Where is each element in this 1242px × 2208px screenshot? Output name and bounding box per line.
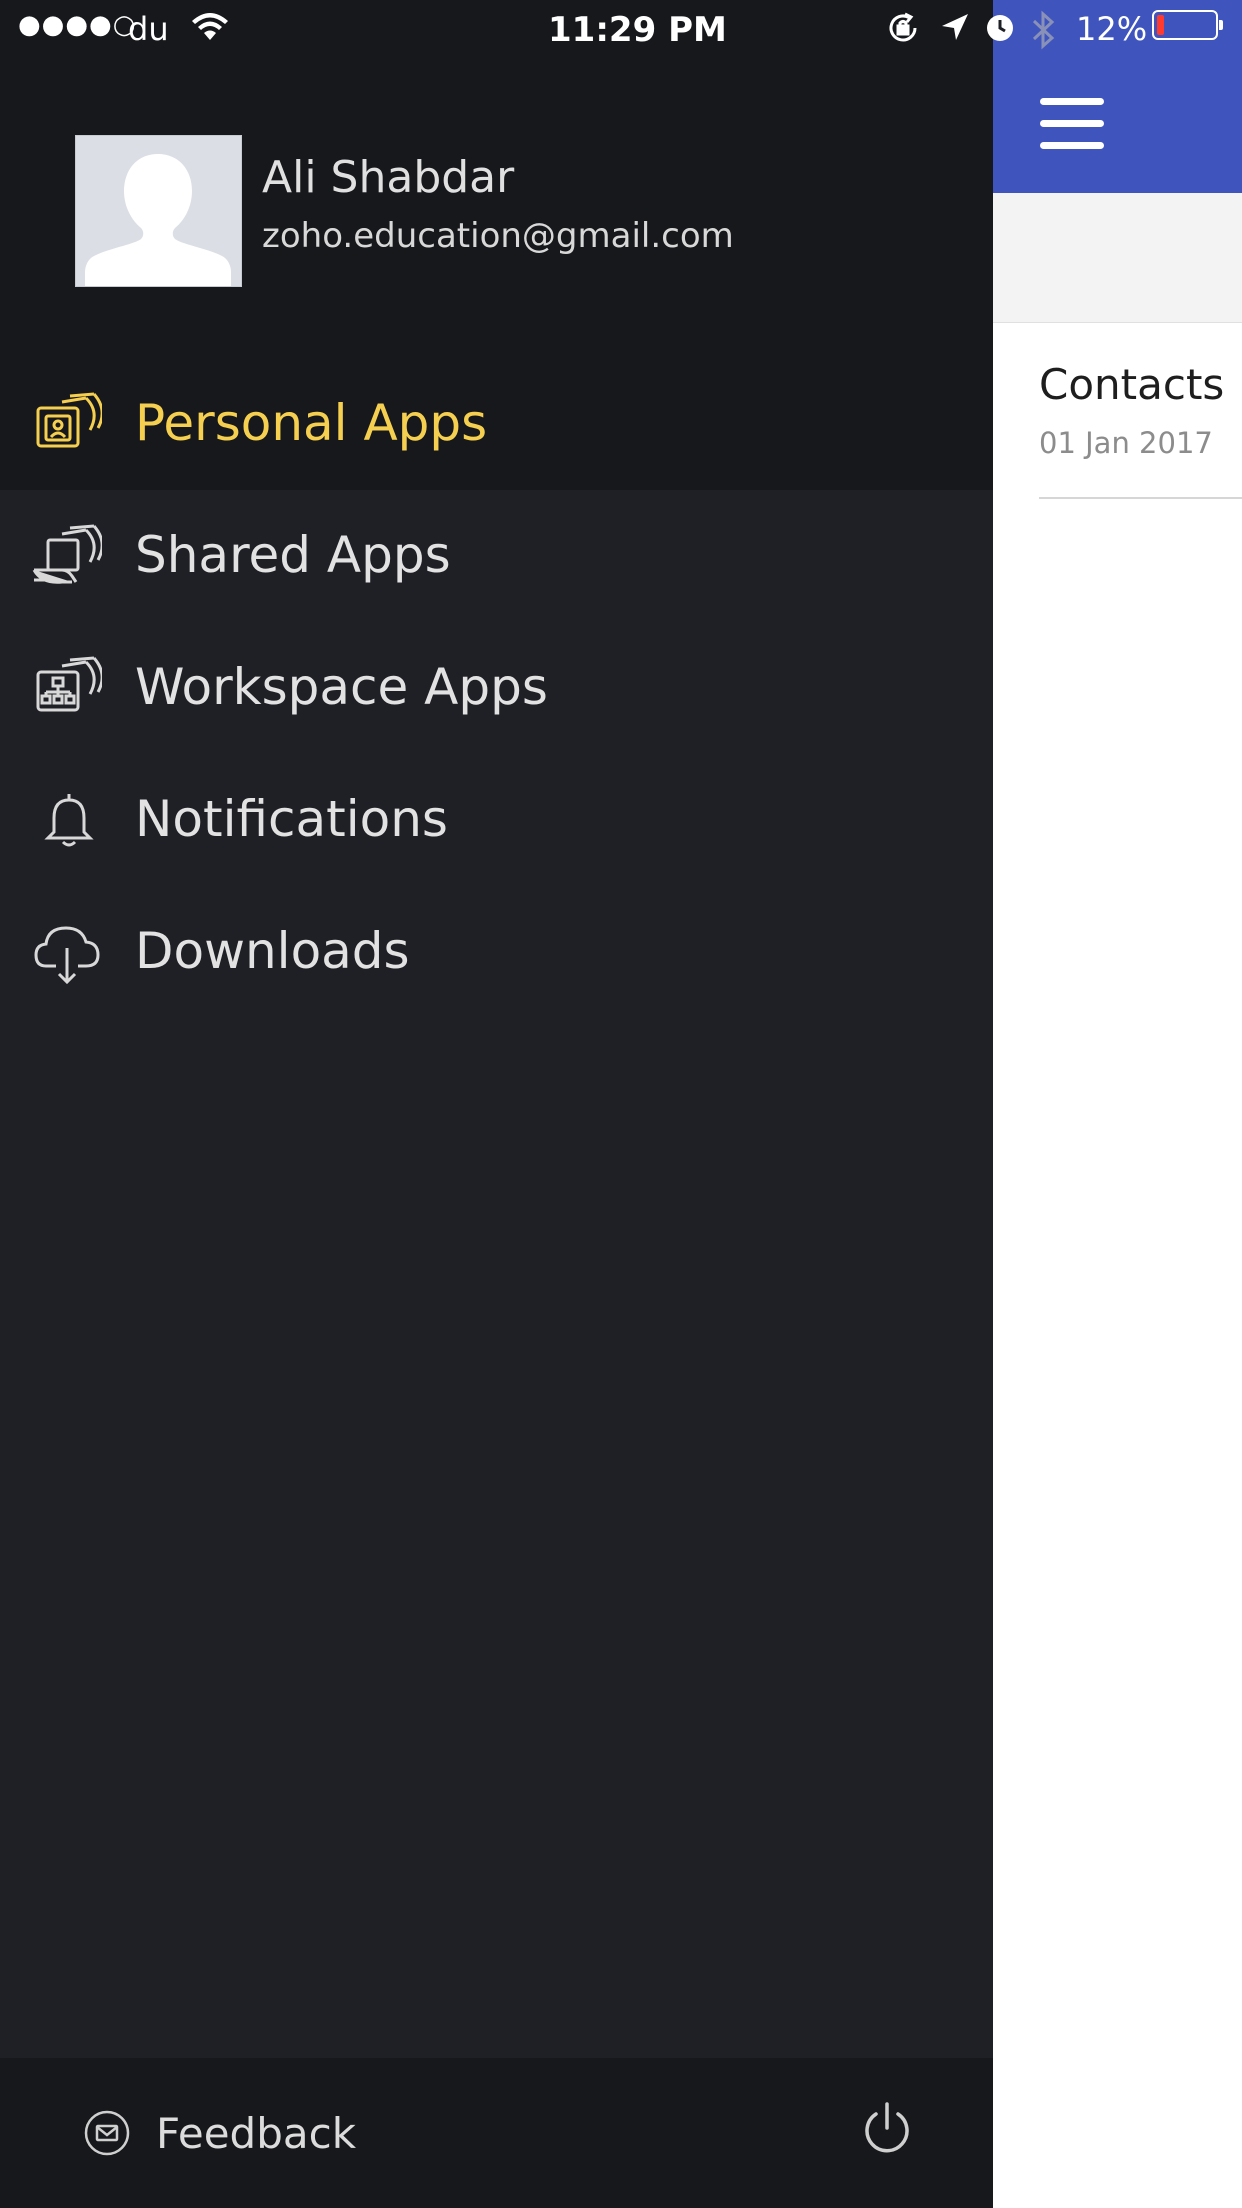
signal-strength-icon: ●●●●○ <box>18 10 137 40</box>
personal-apps-icon <box>32 392 104 458</box>
list-item-date: 01 Jan 2017 <box>1039 426 1213 460</box>
location-arrow-icon <box>938 10 972 52</box>
avatar[interactable] <box>75 135 242 287</box>
menu-item-label: Notifications <box>135 790 448 848</box>
workspace-apps-icon <box>32 656 104 722</box>
drawer-footer: Feedback <box>0 2058 993 2208</box>
menu-item-notifications[interactable]: Notifications <box>0 754 993 886</box>
status-time: 11:29 PM <box>548 10 727 50</box>
list-item-title: Contacts <box>1039 360 1225 409</box>
battery-percentage: 12% <box>1076 10 1148 48</box>
status-bar: ●●●●○ du 11:29 PM 12% <box>0 0 1242 60</box>
menu-item-downloads[interactable]: Downloads <box>0 886 993 1018</box>
battery-icon <box>1152 10 1223 40</box>
wifi-icon <box>190 10 230 50</box>
hamburger-menu-icon[interactable] <box>1040 98 1104 150</box>
mail-icon <box>84 2110 130 2156</box>
app-content-pane: Contacts 01 Jan 2017 <box>993 0 1242 2208</box>
app-subbar <box>993 193 1242 323</box>
cloud-download-icon <box>32 920 102 986</box>
user-name: Ali Shabdar <box>262 152 515 203</box>
bluetooth-icon <box>1031 10 1057 58</box>
feedback-label: Feedback <box>156 2109 357 2158</box>
menu-item-personal-apps[interactable]: Personal Apps <box>0 358 993 490</box>
list-item[interactable]: Contacts 01 Jan 2017 <box>1039 322 1242 499</box>
power-icon[interactable] <box>858 2100 916 2158</box>
menu-item-label: Downloads <box>135 922 410 980</box>
shared-apps-icon <box>32 524 104 590</box>
rotation-lock-icon <box>885 10 921 54</box>
menu-item-label: Shared Apps <box>135 526 451 584</box>
navigation-drawer: Ali Shabdar zoho.education@gmail.com Per… <box>0 0 993 2208</box>
menu-item-label: Workspace Apps <box>135 658 548 716</box>
bell-icon <box>32 788 102 854</box>
screen: Contacts 01 Jan 2017 Ali Shabdar zoho.ed… <box>0 0 1242 2208</box>
user-email: zoho.education@gmail.com <box>262 216 734 256</box>
feedback-button[interactable]: Feedback <box>80 2098 400 2168</box>
carrier-name: du <box>128 10 169 48</box>
menu-item-shared-apps[interactable]: Shared Apps <box>0 490 993 622</box>
alarm-icon <box>983 10 1017 52</box>
battery-level <box>1157 15 1164 35</box>
menu-item-label: Personal Apps <box>135 394 488 452</box>
menu-item-workspace-apps[interactable]: Workspace Apps <box>0 622 993 754</box>
